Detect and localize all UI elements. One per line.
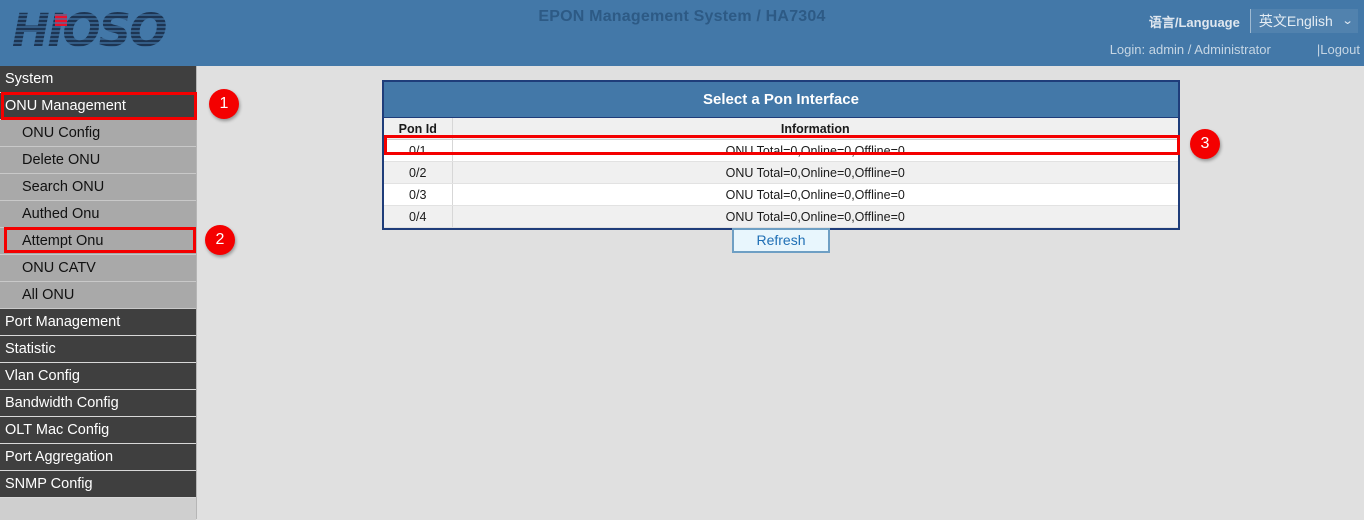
- annotation-badge-2: 2: [205, 225, 235, 255]
- app-header: HIOSO EPON Management System / HA7304 语言…: [0, 0, 1364, 66]
- sidebar-item-search-onu[interactable]: Search ONU: [0, 174, 196, 201]
- login-user-text: Login: admin / Administrator: [1110, 42, 1271, 57]
- sidebar-item-all-onu[interactable]: All ONU: [0, 282, 196, 309]
- sidebar-nav: System ONU Management ONU Config Delete …: [0, 66, 197, 519]
- column-header-pon-id: Pon Id: [384, 118, 452, 140]
- column-header-information: Information: [452, 118, 1178, 140]
- sidebar-item-system[interactable]: System: [0, 66, 196, 93]
- logo-scanline-overlay: [8, 2, 188, 60]
- cell-information: ONU Total=0,Online=0,Offline=0: [452, 140, 1178, 162]
- cell-information: ONU Total=0,Online=0,Offline=0: [452, 162, 1178, 184]
- sidebar-item-statistic[interactable]: Statistic: [0, 336, 196, 363]
- refresh-button-row: Refresh: [198, 228, 1364, 253]
- chevron-down-icon: ⌄: [1341, 16, 1353, 27]
- sidebar-filler: [0, 498, 196, 520]
- sidebar-item-onu-catv[interactable]: ONU CATV: [0, 255, 196, 282]
- sidebar-item-bandwidth-config[interactable]: Bandwidth Config: [0, 390, 196, 417]
- annotation-badge-1: 1: [209, 89, 239, 119]
- sidebar-item-authed-onu[interactable]: Authed Onu: [0, 201, 196, 228]
- cell-information: ONU Total=0,Online=0,Offline=0: [452, 206, 1178, 228]
- logout-link[interactable]: Logout: [1320, 42, 1360, 57]
- table-row[interactable]: 0/4 ONU Total=0,Online=0,Offline=0: [384, 206, 1178, 228]
- language-selected-value: 英文English: [1259, 11, 1333, 31]
- table-row[interactable]: 0/2 ONU Total=0,Online=0,Offline=0: [384, 162, 1178, 184]
- table-row[interactable]: 0/3 ONU Total=0,Online=0,Offline=0: [384, 184, 1178, 206]
- table-row[interactable]: 0/1 ONU Total=0,Online=0,Offline=0: [384, 140, 1178, 162]
- login-status-bar: Login: admin / Administrator | Logout: [1110, 42, 1360, 57]
- language-control: 语言/Language 英文English ⌄: [1149, 9, 1358, 33]
- pon-interface-panel: Select a Pon Interface Pon Id Informatio…: [382, 80, 1180, 230]
- sidebar-item-snmp-config[interactable]: SNMP Config: [0, 471, 196, 498]
- refresh-button[interactable]: Refresh: [732, 228, 829, 253]
- sidebar-item-olt-mac-config[interactable]: OLT Mac Config: [0, 417, 196, 444]
- pon-table-title: Select a Pon Interface: [384, 82, 1178, 118]
- hioso-logo: HIOSO: [8, 2, 188, 60]
- language-select[interactable]: 英文English ⌄: [1250, 9, 1358, 33]
- main-content: Select a Pon Interface Pon Id Informatio…: [198, 66, 1364, 519]
- cell-pon-id: 0/3: [384, 184, 452, 206]
- cell-information: ONU Total=0,Online=0,Offline=0: [452, 184, 1178, 206]
- language-label: 语言/Language: [1149, 12, 1240, 31]
- sidebar-item-onu-config[interactable]: ONU Config: [0, 120, 196, 147]
- cell-pon-id: 0/2: [384, 162, 452, 184]
- sidebar-item-delete-onu[interactable]: Delete ONU: [0, 147, 196, 174]
- cell-pon-id: 0/1: [384, 140, 452, 162]
- sidebar-item-vlan-config[interactable]: Vlan Config: [0, 363, 196, 390]
- sidebar-item-port-management[interactable]: Port Management: [0, 309, 196, 336]
- sidebar-item-attempt-onu[interactable]: Attempt Onu: [0, 228, 196, 255]
- cell-pon-id: 0/4: [384, 206, 452, 228]
- annotation-badge-3: 3: [1190, 129, 1220, 159]
- sidebar-item-onu-management[interactable]: ONU Management: [0, 93, 196, 120]
- sidebar-item-port-aggregation[interactable]: Port Aggregation: [0, 444, 196, 471]
- pon-interface-table: Select a Pon Interface Pon Id Informatio…: [384, 82, 1178, 228]
